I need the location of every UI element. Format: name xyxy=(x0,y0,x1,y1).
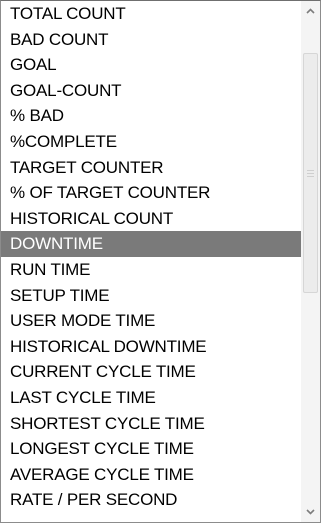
list-item[interactable]: %COMPLETE xyxy=(1,129,301,155)
chevron-up-icon xyxy=(306,8,315,14)
list-item[interactable]: SHORTEST CYCLE TIME xyxy=(1,411,301,437)
listbox[interactable]: TOTAL COUNT BAD COUNT GOAL GOAL-COUNT% BAD%… xyxy=(0,0,321,523)
list-item[interactable]: GOAL-COUNT xyxy=(1,78,301,104)
list-item-selected[interactable]: DOWNTIME xyxy=(1,231,301,257)
list-item[interactable]: HISTORICAL DOWNTIME xyxy=(1,334,301,360)
list-item[interactable]: BAD COUNT xyxy=(1,27,301,53)
list-item[interactable]: LONGEST CYCLE TIME xyxy=(1,436,301,462)
list-item[interactable]: AVERAGE CYCLE TIME xyxy=(1,462,301,488)
vertical-scrollbar[interactable] xyxy=(301,1,320,522)
list-item[interactable]: RATE / PER SECOND xyxy=(1,487,301,513)
scroll-down-button[interactable] xyxy=(301,502,320,522)
list-item[interactable]: RUN TIME xyxy=(1,257,301,283)
list-item[interactable]: HISTORICAL COUNT xyxy=(1,206,301,232)
scrollbar-thumb[interactable] xyxy=(303,53,318,293)
list-item[interactable]: CURRENT CYCLE TIME xyxy=(1,359,301,385)
thumb-grip-icon xyxy=(307,169,314,177)
list-item[interactable]: LAST CYCLE TIME xyxy=(1,385,301,411)
chevron-down-icon xyxy=(306,509,315,515)
scroll-up-button[interactable] xyxy=(301,1,320,21)
list-item[interactable]: TOTAL COUNT xyxy=(1,1,301,27)
list-item[interactable]: TARGET COUNTER xyxy=(1,155,301,181)
list-item[interactable]: % BAD xyxy=(1,103,301,129)
list-item[interactable]: % OF TARGET COUNTER xyxy=(1,180,301,206)
list-item[interactable]: USER MODE TIME xyxy=(1,308,301,334)
list-item[interactable]: SETUP TIME xyxy=(1,283,301,309)
list-item[interactable]: GOAL xyxy=(1,52,301,78)
list-items: TOTAL COUNT BAD COUNT GOAL GOAL-COUNT% BAD%… xyxy=(1,1,301,522)
